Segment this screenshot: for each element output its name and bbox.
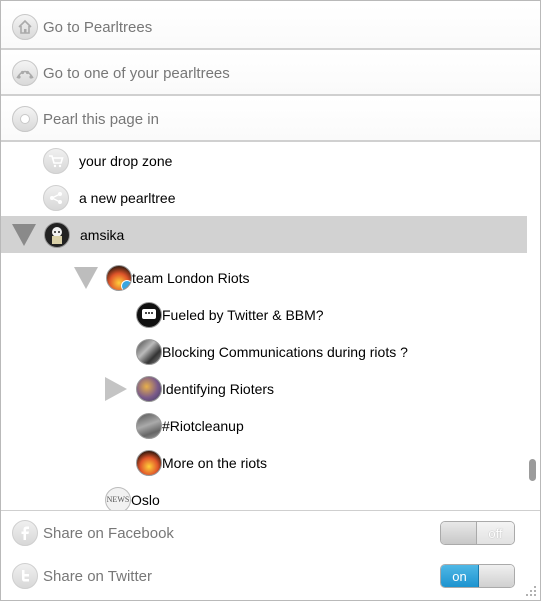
share-twitter-label: Share on Twitter: [43, 567, 152, 585]
share-section: Share on Facebook off Share on Twitter o…: [1, 510, 540, 600]
news-icon: NEWS: [105, 486, 131, 510]
twitter-share-toggle[interactable]: on: [440, 564, 515, 588]
facebook-share-toggle[interactable]: off: [440, 521, 515, 545]
photo-icon: [136, 375, 162, 402]
toggle-knob: [441, 522, 477, 544]
pearltree-list[interactable]: your drop zone a new pearltree amsika te…: [1, 142, 540, 510]
tree-item-child-2[interactable]: Blocking Communications during riots ?: [1, 333, 527, 370]
share-facebook-label: Share on Facebook: [43, 524, 174, 542]
avatar: [44, 221, 70, 248]
child-2-label: Blocking Communications during riots ?: [162, 343, 408, 360]
oslo-label: Oslo: [131, 491, 160, 508]
pearl-this-page-label: Pearl this page in: [43, 110, 159, 128]
collapse-arrow-icon[interactable]: [74, 266, 98, 289]
tree-item-drop-zone[interactable]: your drop zone: [1, 142, 527, 179]
resize-grip-icon[interactable]: [523, 583, 537, 597]
pearltrees-panel: Go to Pearltrees Go to one of your pearl…: [0, 0, 541, 601]
go-to-pearltrees-label: Go to Pearltrees: [43, 18, 153, 36]
tree-item-child-3[interactable]: Identifying Rioters: [1, 370, 527, 407]
twitter-icon: [12, 563, 38, 589]
twitter-badge-icon: [121, 279, 131, 290]
toggle-state-label: on: [441, 565, 479, 587]
go-to-pearltrees-button[interactable]: Go to Pearltrees: [1, 6, 540, 50]
toggle-knob: [479, 565, 514, 587]
fire-photo-icon: [136, 449, 162, 476]
go-to-one-label: Go to one of your pearltrees: [43, 64, 230, 82]
user-label: amsika: [80, 226, 125, 243]
pearl-this-page-button[interactable]: Pearl this page in: [1, 98, 540, 142]
photo-icon: [136, 338, 162, 365]
expand-arrow-icon[interactable]: [105, 376, 127, 401]
bbm-icon: [136, 301, 162, 328]
child-4-label: #Riotcleanup: [162, 417, 244, 434]
tree-scrollbar[interactable]: [529, 459, 536, 481]
share-nodes-icon: [43, 184, 69, 211]
share-twitter-row: Share on Twitter on: [1, 554, 540, 598]
tree-item-amsika[interactable]: amsika: [1, 216, 527, 253]
collapse-arrow-icon[interactable]: [12, 223, 36, 246]
tree-item-team-london-riots[interactable]: team London Riots: [1, 259, 527, 296]
facebook-icon: [12, 520, 38, 546]
toggle-state-label: off: [477, 522, 514, 544]
team-label: team London Riots: [132, 269, 250, 286]
pearltrees-tree-icon: [12, 60, 38, 86]
tree-item-child-4[interactable]: #Riotcleanup: [1, 407, 527, 444]
tree-item-new-pearltree[interactable]: a new pearltree: [1, 179, 527, 216]
pearl-icon: [12, 106, 38, 132]
team-photo-icon: [106, 264, 132, 291]
child-5-label: More on the riots: [162, 454, 268, 471]
child-3-label: Identifying Rioters: [162, 380, 275, 397]
tree-item-child-5[interactable]: More on the riots: [1, 444, 527, 481]
tree-item-child-1[interactable]: Fueled by Twitter & BBM?: [1, 296, 527, 333]
tree-item-oslo[interactable]: NEWS Oslo: [1, 481, 527, 510]
share-facebook-row: Share on Facebook off: [1, 511, 540, 555]
home-icon: [12, 14, 38, 40]
go-to-one-of-your-pearltrees-button[interactable]: Go to one of your pearltrees: [1, 52, 540, 96]
drop-zone-label: your drop zone: [79, 152, 173, 169]
cart-icon: [43, 147, 69, 174]
child-1-label: Fueled by Twitter & BBM?: [162, 306, 324, 323]
photo-icon: [136, 412, 162, 439]
new-pearltree-label: a new pearltree: [79, 189, 176, 206]
